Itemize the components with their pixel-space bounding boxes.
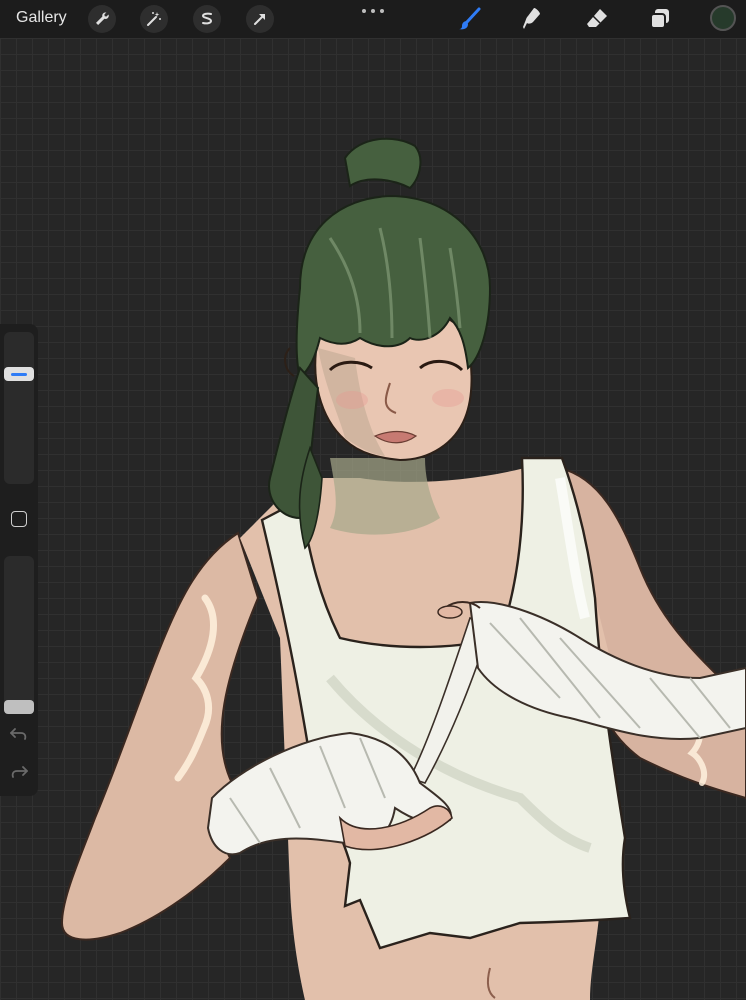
undo-icon: [10, 728, 27, 740]
wrench-icon: [96, 12, 109, 25]
eraser-icon: [587, 9, 607, 27]
brush-tool-button[interactable]: [456, 5, 484, 33]
color-picker-button[interactable]: [710, 5, 736, 31]
more-options-icon[interactable]: [362, 2, 384, 20]
selection-button[interactable]: [193, 5, 221, 33]
adjustments-button[interactable]: [140, 5, 168, 33]
transform-arrow-icon: [254, 14, 265, 25]
artwork-illustration: [60, 137, 746, 1000]
actions-button[interactable]: [88, 5, 116, 33]
smudge-tool-button[interactable]: [519, 5, 547, 33]
undo-button[interactable]: [9, 726, 29, 742]
opacity-slider[interactable]: [4, 556, 34, 714]
top-toolbar: Gallery: [0, 0, 746, 38]
selection-icon: [201, 12, 213, 25]
magic-wand-icon: [147, 12, 161, 26]
transform-button[interactable]: [246, 5, 274, 33]
redo-button[interactable]: [9, 764, 29, 780]
eraser-tool-button[interactable]: [583, 5, 611, 33]
layers-button[interactable]: [646, 5, 674, 33]
brush-size-handle[interactable]: [4, 367, 34, 381]
modify-button[interactable]: [11, 511, 27, 527]
brush-icon: [459, 7, 481, 30]
redo-icon: [11, 766, 28, 778]
drawing-canvas[interactable]: [0, 38, 746, 1000]
brush-size-slider[interactable]: [4, 332, 34, 484]
opacity-handle[interactable]: [4, 700, 34, 714]
layers-icon: [650, 9, 669, 29]
gallery-button[interactable]: Gallery: [16, 9, 67, 27]
left-sidebar: [0, 324, 38, 796]
smudge-icon: [523, 8, 540, 29]
